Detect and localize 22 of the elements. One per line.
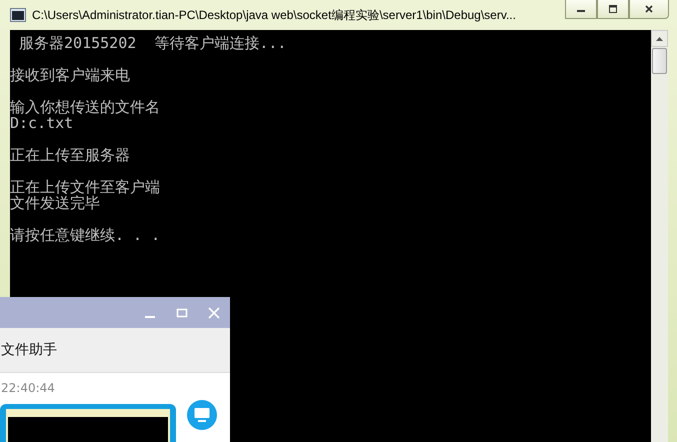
console-line: 正在上传文件至客户端 <box>10 179 160 195</box>
message-time: 22:40:44 <box>0 381 56 395</box>
close-icon <box>644 5 654 13</box>
window-title: C:\Users\Administrator.tian-PC\Desktop\java web\socket编程实验\server1\bin\Debug\serv... <box>32 6 516 24</box>
chat-title: 文件助手 <box>0 341 57 359</box>
scroll-up-button[interactable] <box>651 30 668 47</box>
console-line: D:c.txt <box>10 115 74 131</box>
vertical-scrollbar[interactable] <box>651 30 668 442</box>
monitor-avatar-icon <box>187 400 217 430</box>
console-line: 文件发送完毕 <box>10 195 100 211</box>
console-line: 输入你想传送的文件名 <box>10 99 160 115</box>
scrollbar-thumb[interactable] <box>652 48 667 74</box>
console-line: 服务器20155202 等待客户端连接... <box>18 35 286 51</box>
console-window-icon <box>10 8 26 22</box>
maximize-button[interactable] <box>597 0 629 19</box>
console-line: 正在上传至服务器 <box>10 147 130 163</box>
close-button[interactable] <box>629 0 669 19</box>
minimize-button[interactable] <box>565 0 597 19</box>
up-arrow-icon <box>656 36 663 40</box>
console-line: 接收到客户端来电 <box>10 67 130 83</box>
maximize-icon <box>608 5 618 13</box>
console-line: 请按任意键继续. . . <box>10 227 160 243</box>
